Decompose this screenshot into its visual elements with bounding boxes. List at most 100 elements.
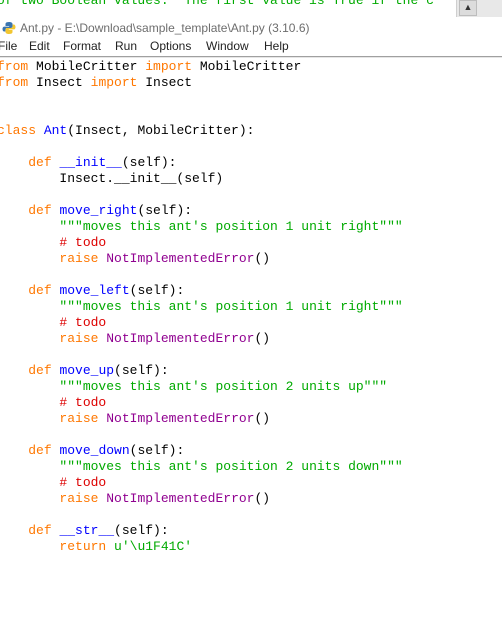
code-line[interactable]: def move_up(self):: [0, 363, 403, 379]
code-line[interactable]: [0, 187, 403, 203]
background-window-strip: of two Boolean values. The first value i…: [0, 0, 502, 18]
code-definition: __init__: [59, 155, 122, 170]
code-line[interactable]: class Ant(Insect, MobileCritter):: [0, 123, 403, 139]
code-line[interactable]: # todo: [0, 475, 403, 491]
code-line[interactable]: [0, 107, 403, 123]
code-line[interactable]: raise NotImplementedError(): [0, 331, 403, 347]
code-builtin: NotImplementedError: [106, 251, 255, 266]
code-line[interactable]: [0, 507, 403, 523]
code-line[interactable]: """moves this ant's position 2 units up"…: [0, 379, 403, 395]
menu-help[interactable]: Help: [264, 39, 289, 53]
code-token: (self):: [114, 363, 169, 378]
code-line[interactable]: """moves this ant's position 2 units dow…: [0, 459, 403, 475]
code-line[interactable]: raise NotImplementedError(): [0, 491, 403, 507]
code-token: (self):: [137, 203, 193, 218]
chevron-up-icon[interactable]: ▲: [459, 0, 477, 16]
code-builtin: NotImplementedError: [106, 331, 255, 346]
menu-options[interactable]: Options: [150, 39, 191, 53]
menu-format[interactable]: Format: [63, 39, 101, 53]
title-bar: Ant.py - E:\Download\sample_template\Ant…: [0, 18, 502, 38]
code-builtin: NotImplementedError: [106, 491, 255, 506]
code-keyword: import: [90, 75, 138, 90]
code-line[interactable]: def move_down(self):: [0, 443, 403, 459]
code-line[interactable]: def move_left(self):: [0, 283, 403, 299]
code-comment: # todo: [59, 475, 107, 490]
code-string: """moves this ant's position 1 unit righ…: [59, 219, 403, 234]
code-line[interactable]: # todo: [0, 235, 403, 251]
code-token: (self):: [129, 443, 185, 458]
code-line[interactable]: def __init__(self):: [0, 155, 403, 171]
menu-edit[interactable]: Edit: [29, 39, 50, 53]
code-string: """moves this ant's position 2 units up"…: [59, 379, 388, 394]
code-string: """moves this ant's position 2 units dow…: [59, 459, 403, 474]
code-token: Insect: [28, 75, 91, 90]
code-token: (Insect, MobileCritter):: [67, 123, 255, 138]
code-definition: __str__: [59, 523, 115, 538]
code-line[interactable]: from MobileCritter import MobileCritter: [0, 59, 403, 75]
code-line[interactable]: def __str__(self):: [0, 523, 403, 539]
code-definition: move_right: [59, 203, 138, 218]
code-keyword: return: [59, 539, 107, 554]
code-definition: move_down: [59, 443, 130, 458]
code-line[interactable]: [0, 139, 403, 155]
code-line[interactable]: [0, 91, 403, 107]
code-line[interactable]: raise NotImplementedError(): [0, 411, 403, 427]
code-definition: move_up: [59, 363, 115, 378]
code-line[interactable]: """moves this ant's position 1 unit righ…: [0, 299, 402, 315]
code-keyword: def: [28, 443, 52, 458]
code-keyword: def: [28, 363, 52, 378]
code-line[interactable]: [0, 267, 403, 283]
code-keyword: raise: [59, 331, 99, 346]
code-keyword: import: [145, 59, 193, 74]
code-keyword: raise: [59, 251, 99, 266]
menu-file[interactable]: File: [0, 39, 17, 53]
code-line[interactable]: def move_right(self):: [0, 203, 403, 219]
code-line[interactable]: # todo: [0, 315, 403, 331]
code-token: (): [254, 411, 271, 426]
window-title: Ant.py - E:\Download\sample_template\Ant…: [20, 21, 310, 35]
background-window-text: of two Boolean values. The first value i…: [0, 0, 434, 8]
code-keyword: from: [0, 75, 29, 90]
code-token: (): [254, 331, 271, 346]
code-keyword: def: [28, 203, 52, 218]
code-token: MobileCritter: [192, 59, 302, 74]
code-token: (): [254, 491, 271, 506]
code-line[interactable]: """moves this ant's position 1 unit righ…: [0, 219, 403, 235]
code-token: (self):: [114, 523, 169, 538]
code-line[interactable]: [0, 427, 403, 443]
code-line[interactable]: Insect.__init__(self): [0, 171, 403, 187]
background-scrollbar[interactable]: ▲: [456, 0, 502, 17]
code-line[interactable]: # todo: [0, 395, 403, 411]
code-token: MobileCritter: [28, 59, 146, 74]
code-line[interactable]: from Insect import Insect: [0, 75, 403, 91]
code-token: (): [254, 251, 271, 266]
code-keyword: raise: [59, 411, 99, 426]
code-editor[interactable]: from MobileCritter import MobileCritter f…: [0, 58, 502, 639]
code-line[interactable]: raise NotImplementedError(): [0, 251, 403, 267]
code-line[interactable]: [0, 347, 403, 363]
menu-window[interactable]: Window: [206, 39, 249, 53]
code-keyword: def: [28, 523, 52, 538]
code-line[interactable]: return u'\u1F41C': [0, 539, 403, 555]
menu-run[interactable]: Run: [115, 39, 137, 53]
code-text[interactable]: from MobileCritter import MobileCritter f…: [0, 59, 403, 555]
code-comment: # todo: [59, 235, 107, 250]
